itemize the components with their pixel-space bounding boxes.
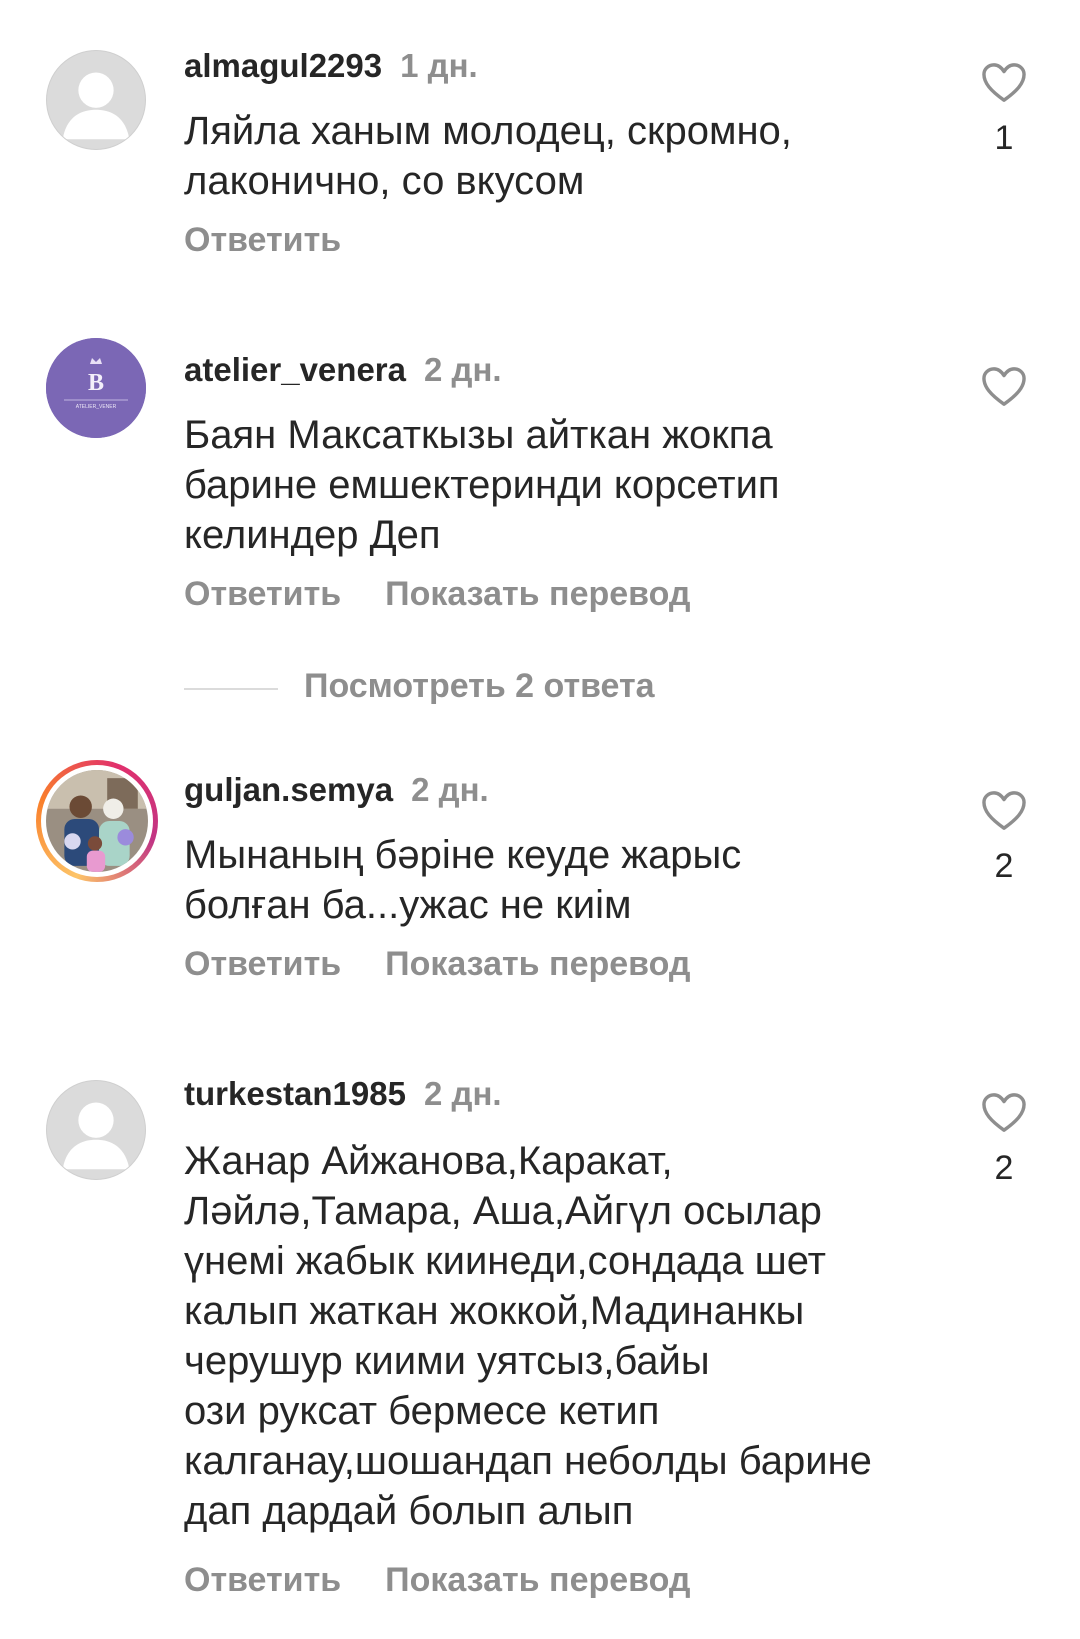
timestamp: 2 дн.	[423, 1075, 502, 1112]
like-count: 2	[994, 1149, 1014, 1187]
avatar[interactable]	[46, 50, 146, 150]
reply-button[interactable]: Ответить	[184, 945, 341, 983]
avatar[interactable]	[36, 760, 158, 882]
comment-meta: turkestan1985 2 дн.	[184, 1074, 502, 1114]
username[interactable]: almagul2293	[184, 47, 382, 84]
show-translation-button[interactable]: Показать перевод	[385, 575, 690, 613]
comment-text: Баян Максаткызы айткан жокпа барине емше…	[184, 413, 780, 557]
heart-icon[interactable]	[981, 62, 1027, 104]
timestamp: 1 дн.	[400, 47, 478, 84]
show-translation-button[interactable]: Показать перевод	[385, 1561, 690, 1599]
username[interactable]: guljan.semya	[184, 771, 393, 808]
reply-button[interactable]: Ответить	[184, 1561, 341, 1599]
atelier-venera-logo: B ATELIER_VENER	[46, 338, 146, 438]
username[interactable]: atelier_venera	[184, 351, 406, 388]
show-translation-button[interactable]: Показать перевод	[385, 945, 690, 983]
reply-button[interactable]: Ответить	[184, 575, 341, 613]
timestamp: 2 дн.	[424, 351, 502, 388]
reply-button[interactable]: Ответить	[184, 221, 341, 259]
avatar[interactable]	[46, 1080, 146, 1180]
like-control: 2	[978, 790, 1030, 886]
default-avatar-icon	[62, 72, 130, 140]
comment-actions: Ответить Показать перевод	[184, 574, 691, 614]
svg-text:ATELIER_VENER: ATELIER_VENER	[76, 404, 117, 410]
username[interactable]: turkestan1985	[184, 1075, 406, 1112]
default-avatar-icon	[62, 1102, 130, 1170]
like-count: 2	[994, 847, 1014, 885]
comment-actions: Ответить Показать перевод	[184, 1560, 691, 1600]
comment-actions: Ответить	[184, 220, 341, 260]
comment-actions: Ответить Показать перевод	[184, 944, 691, 984]
heart-icon[interactable]	[981, 790, 1027, 832]
like-count: 1	[994, 119, 1014, 157]
comment-meta: guljan.semya 2 дн.	[184, 770, 489, 810]
heart-icon[interactable]	[981, 1092, 1027, 1134]
comment-text: Мынаның бәріне кеуде жарыс болған ба...у…	[184, 833, 742, 927]
family-photo-story	[46, 770, 148, 872]
comment-text: Ляйла ханым молодец, скромно, лаконично,…	[184, 109, 792, 203]
heart-icon[interactable]	[981, 366, 1027, 408]
like-control: 1	[978, 62, 1030, 158]
comment-text: Жанар Айжанова,Каракат, Ләйлә,Тамара, Аш…	[184, 1139, 872, 1533]
svg-text:B: B	[88, 370, 104, 396]
timestamp: 2 дн.	[411, 771, 489, 808]
comment-meta: almagul2293 1 дн.	[184, 46, 478, 86]
avatar[interactable]: B ATELIER_VENER	[46, 338, 146, 438]
avatar-ring-gap	[41, 765, 153, 877]
comment-meta: atelier_venera 2 дн.	[184, 350, 502, 390]
replies-divider	[184, 688, 278, 690]
view-replies-label[interactable]: Посмотреть 2 ответа	[304, 666, 655, 706]
like-control	[978, 366, 1030, 408]
like-control: 2	[978, 1092, 1030, 1188]
avatar-photo	[46, 770, 148, 872]
